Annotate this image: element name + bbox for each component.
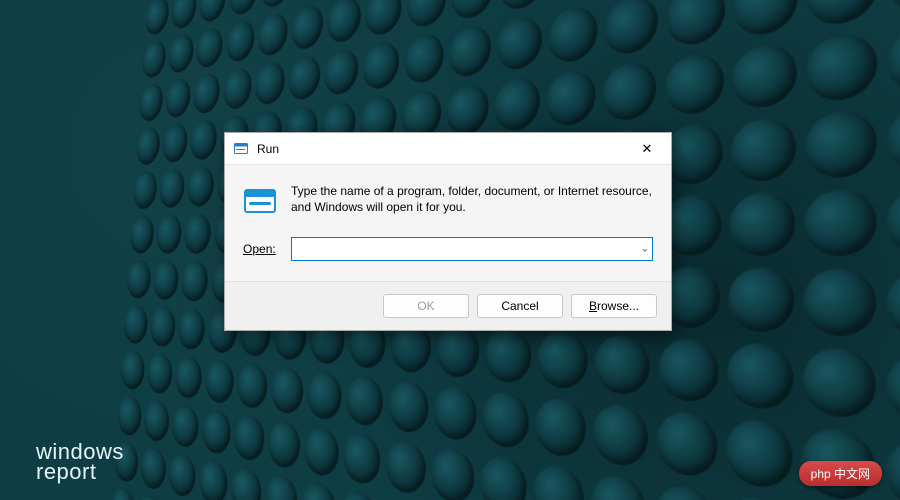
run-dialog-icon xyxy=(243,185,277,219)
browse-button[interactable]: Browse... xyxy=(571,294,657,318)
open-input[interactable] xyxy=(291,237,653,261)
cancel-button[interactable]: Cancel xyxy=(477,294,563,318)
dialog-description: Type the name of a program, folder, docu… xyxy=(291,183,653,215)
titlebar: Run ✕ xyxy=(225,133,671,165)
dialog-title: Run xyxy=(257,142,625,156)
run-titlebar-icon xyxy=(233,141,249,157)
close-icon: ✕ xyxy=(642,142,653,155)
close-button[interactable]: ✕ xyxy=(625,134,669,164)
dialog-body: Type the name of a program, folder, docu… xyxy=(225,165,671,281)
open-label: Open: xyxy=(243,242,279,256)
ok-button[interactable]: OK xyxy=(383,294,469,318)
run-dialog: Run ✕ Type the name of a program, folder… xyxy=(224,132,672,331)
dialog-footer: OK Cancel Browse... xyxy=(225,281,671,330)
watermark-php-cn: php 中文网 xyxy=(799,461,882,486)
watermark-windows-report: windows report xyxy=(36,442,124,482)
open-combobox[interactable]: ⌄ xyxy=(291,237,653,261)
